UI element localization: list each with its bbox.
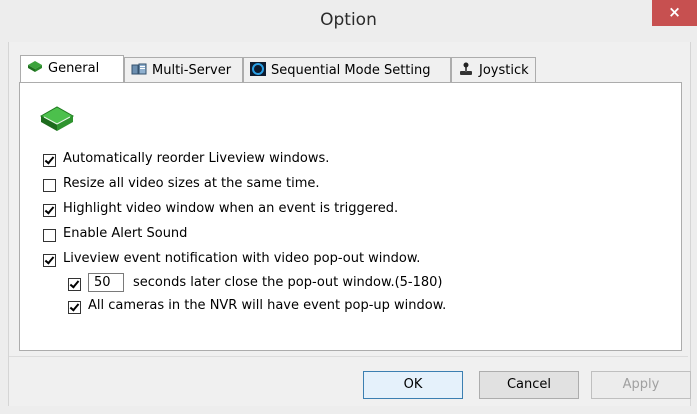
- resize-video-label: Resize all video sizes at the same time.: [63, 176, 320, 191]
- tab-joystick[interactable]: Joystick: [451, 57, 536, 82]
- tab-general[interactable]: General: [20, 55, 124, 82]
- tab-multi-server[interactable]: Multi-Server: [124, 57, 243, 82]
- highlight-video-checkbox[interactable]: [43, 204, 56, 217]
- popout-close-label: seconds later close the pop-out window.(…: [133, 275, 443, 290]
- resize-video-checkbox[interactable]: [43, 179, 56, 192]
- reorder-liveview-checkbox[interactable]: [43, 154, 56, 167]
- joystick-icon: [458, 62, 474, 76]
- all-cameras-popup-checkbox[interactable]: [68, 301, 81, 314]
- sequence-icon: [250, 62, 266, 76]
- liveview-popout-label: Liveview event notification with video p…: [63, 251, 421, 266]
- book-icon: [27, 60, 43, 74]
- all-cameras-popup-label: All cameras in the NVR will have event p…: [88, 298, 447, 313]
- ok-button[interactable]: OK: [363, 371, 463, 399]
- popout-close-checkbox[interactable]: [68, 278, 81, 291]
- enable-alert-sound-label: Enable Alert Sound: [63, 226, 188, 241]
- popout-close-seconds-input[interactable]: 50: [88, 273, 124, 292]
- apply-button[interactable]: Apply: [591, 371, 691, 399]
- tab-sequential-mode-setting-label: Sequential Mode Setting: [271, 63, 431, 78]
- title-bar[interactable]: Option ×: [0, 0, 697, 42]
- enable-alert-sound-checkbox[interactable]: [43, 229, 56, 242]
- tab-general-label: General: [48, 61, 100, 76]
- reorder-liveview-label: Automatically reorder Liveview windows.: [63, 151, 330, 166]
- server-icon: [131, 62, 147, 76]
- option-dialog: Option × General Multi-Server Sequential…: [0, 0, 697, 414]
- tab-multi-server-label: Multi-Server: [152, 63, 232, 78]
- button-bar-divider: [9, 356, 688, 357]
- tab-sequential-mode-setting[interactable]: Sequential Mode Setting: [243, 57, 451, 82]
- highlight-video-label: Highlight video window when an event is …: [63, 201, 399, 216]
- close-button[interactable]: ×: [652, 0, 697, 26]
- liveview-popout-checkbox[interactable]: [43, 254, 56, 267]
- book-icon: [39, 104, 75, 138]
- tab-joystick-label: Joystick: [479, 63, 529, 78]
- cancel-button[interactable]: Cancel: [479, 371, 579, 399]
- window-title: Option: [320, 10, 377, 30]
